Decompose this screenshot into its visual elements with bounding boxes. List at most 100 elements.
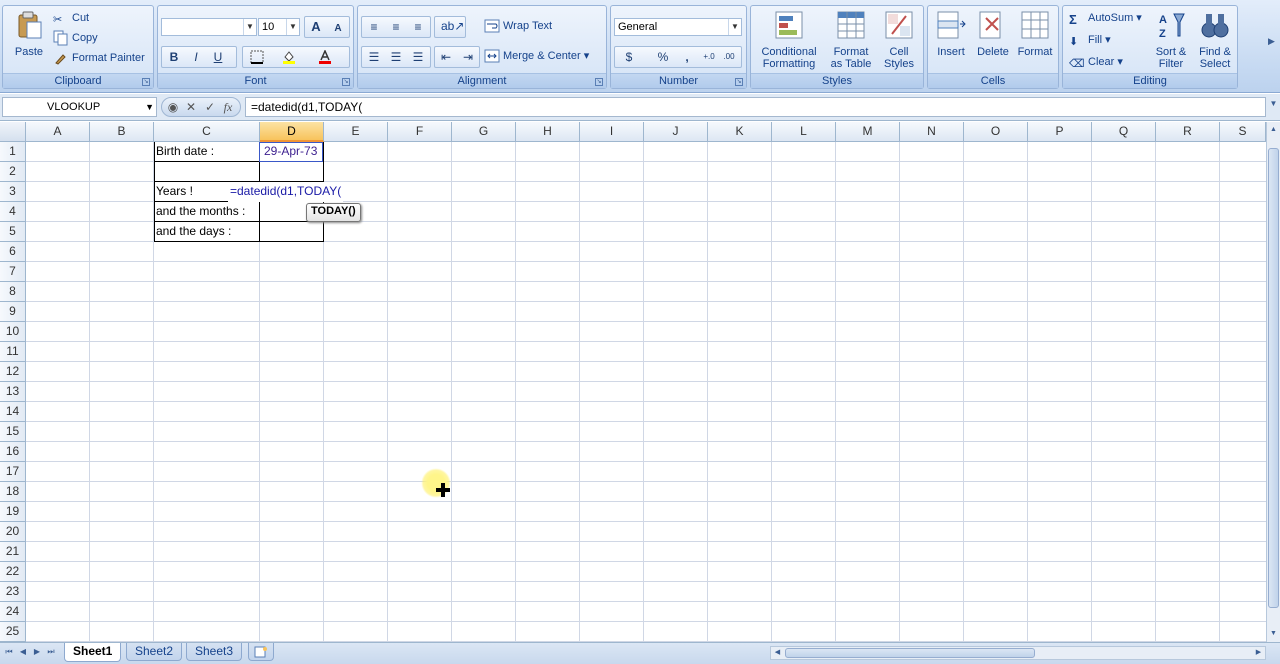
row-header-8[interactable]: 8 xyxy=(0,282,26,302)
row-header-20[interactable]: 20 xyxy=(0,522,26,542)
column-header-o[interactable]: O xyxy=(964,122,1028,142)
font-size-combo[interactable]: 10 ▼ xyxy=(258,18,300,36)
row-header-9[interactable]: 9 xyxy=(0,302,26,322)
comma-button[interactable]: , xyxy=(677,47,697,67)
find-select-button[interactable]: Find & Select xyxy=(1193,8,1237,70)
wrap-text-button[interactable]: Wrap Text xyxy=(484,16,552,36)
chevron-down-icon[interactable]: ▼ xyxy=(145,98,154,116)
format-painter-button[interactable]: Format Painter xyxy=(53,48,145,68)
function-tooltip[interactable]: TODAY() xyxy=(306,203,361,222)
row-header-16[interactable]: 16 xyxy=(0,442,26,462)
right-align-button[interactable]: ☰ xyxy=(408,47,428,67)
horizontal-scroll-thumb[interactable] xyxy=(785,648,1035,658)
alignment-dialog-launcher[interactable]: ↘ xyxy=(595,78,603,86)
name-box[interactable]: VLOOKUP ▼ xyxy=(2,97,157,117)
number-dialog-launcher[interactable]: ↘ xyxy=(735,78,743,86)
column-header-k[interactable]: K xyxy=(708,122,772,142)
row-header-6[interactable]: 6 xyxy=(0,242,26,262)
column-header-s[interactable]: S xyxy=(1220,122,1266,142)
scroll-right-arrow[interactable]: ▶ xyxy=(1253,647,1264,659)
insert-button[interactable]: Insert xyxy=(930,8,972,58)
top-align-button[interactable]: ≡ xyxy=(364,17,384,37)
row-header-13[interactable]: 13 xyxy=(0,382,26,402)
clear-button[interactable]: ⌫ Clear ▾ xyxy=(1069,52,1123,72)
format-as-table-button[interactable]: Format as Table xyxy=(825,8,877,70)
borders-button[interactable] xyxy=(247,47,267,67)
cell-d3-editing[interactable]: =datedid(d1,TODAY( xyxy=(228,182,344,202)
row-header-25[interactable]: 25 xyxy=(0,622,26,642)
decrease-decimal-button[interactable]: .00 xyxy=(719,47,739,67)
font-dialog-launcher[interactable]: ↘ xyxy=(342,78,350,86)
row-header-21[interactable]: 21 xyxy=(0,542,26,562)
grow-font-button[interactable]: A xyxy=(306,17,326,37)
vertical-scrollbar[interactable]: ▲ ▼ xyxy=(1266,122,1280,642)
cell-c3[interactable]: Years ! xyxy=(154,182,193,202)
cut-button[interactable]: ✂ Cut xyxy=(53,8,89,28)
row-header-24[interactable]: 24 xyxy=(0,602,26,622)
increase-decimal-button[interactable]: +.0 xyxy=(699,47,719,67)
worksheet-grid[interactable]: Birth date : 29-Apr-73 Years ! =datedid(… xyxy=(26,142,1266,642)
row-header-3[interactable]: 3 xyxy=(0,182,26,202)
row-header-17[interactable]: 17 xyxy=(0,462,26,482)
sheet-tab-sheet1[interactable]: Sheet1 xyxy=(64,643,122,662)
shrink-font-button[interactable]: A xyxy=(328,17,348,37)
column-header-e[interactable]: E xyxy=(324,122,388,142)
middle-align-button[interactable]: ≡ xyxy=(386,17,406,37)
format-cells-button[interactable]: Format xyxy=(1014,8,1056,58)
column-header-a[interactable]: A xyxy=(26,122,90,142)
row-header-14[interactable]: 14 xyxy=(0,402,26,422)
left-align-button[interactable]: ☰ xyxy=(364,47,384,67)
column-header-f[interactable]: F xyxy=(388,122,452,142)
font-color-button[interactable] xyxy=(315,47,335,67)
currency-button[interactable]: $ xyxy=(619,47,639,67)
copy-button[interactable]: Copy xyxy=(53,28,98,48)
fill-color-button[interactable] xyxy=(279,47,299,67)
cell-d1[interactable]: 29-Apr-73 xyxy=(262,142,317,162)
formula-input[interactable]: =datedid(d1,TODAY( xyxy=(245,97,1266,117)
autosum-button[interactable]: Σ AutoSum ▾ xyxy=(1069,8,1142,28)
enter-icon[interactable]: ✓ xyxy=(201,99,219,115)
decrease-indent-button[interactable]: ⇤ xyxy=(436,47,456,67)
prev-sheet-icon[interactable]: ◀ xyxy=(17,645,29,659)
column-header-n[interactable]: N xyxy=(900,122,964,142)
row-header-18[interactable]: 18 xyxy=(0,482,26,502)
column-header-q[interactable]: Q xyxy=(1092,122,1156,142)
column-header-p[interactable]: P xyxy=(1028,122,1092,142)
scroll-up-arrow[interactable]: ▲ xyxy=(1268,124,1279,136)
scroll-down-arrow[interactable]: ▼ xyxy=(1268,628,1279,640)
cell-c4[interactable]: and the months : xyxy=(154,202,245,222)
paste-button[interactable]: Paste xyxy=(7,8,51,58)
row-header-10[interactable]: 10 xyxy=(0,322,26,342)
cancel-icon[interactable]: ✕ xyxy=(182,99,200,115)
ribbon-scroll-right[interactable]: ▶ xyxy=(1268,36,1278,56)
column-header-d[interactable]: D xyxy=(260,122,324,142)
row-header-12[interactable]: 12 xyxy=(0,362,26,382)
conditional-formatting-button[interactable]: Conditional Formatting xyxy=(753,8,825,70)
column-header-m[interactable]: M xyxy=(836,122,900,142)
column-header-j[interactable]: J xyxy=(644,122,708,142)
insert-function-icon[interactable]: fx xyxy=(219,99,237,115)
row-header-4[interactable]: 4 xyxy=(0,202,26,222)
row-header-19[interactable]: 19 xyxy=(0,502,26,522)
sheet-tab-sheet2[interactable]: Sheet2 xyxy=(126,643,183,661)
last-sheet-icon[interactable]: ⏭ xyxy=(45,645,57,659)
column-header-b[interactable]: B xyxy=(90,122,154,142)
row-header-5[interactable]: 5 xyxy=(0,222,26,242)
cell-styles-button[interactable]: Cell Styles xyxy=(877,8,921,70)
row-header-22[interactable]: 22 xyxy=(0,562,26,582)
percent-button[interactable]: % xyxy=(653,47,673,67)
merge-center-button[interactable]: Merge & Center ▾ xyxy=(484,46,589,66)
cell-c5[interactable]: and the days : xyxy=(154,222,231,242)
font-name-combo[interactable]: ▼ xyxy=(161,18,257,36)
underline-button[interactable]: U xyxy=(208,47,228,67)
row-header-1[interactable]: 1 xyxy=(0,142,26,162)
bold-button[interactable]: B xyxy=(164,47,184,67)
orientation-button[interactable]: ab↗ xyxy=(434,16,466,38)
row-header-11[interactable]: 11 xyxy=(0,342,26,362)
expand-formula-bar-button[interactable]: ▼ xyxy=(1268,99,1279,115)
sort-filter-button[interactable]: AZ Sort & Filter xyxy=(1149,8,1193,70)
row-header-7[interactable]: 7 xyxy=(0,262,26,282)
next-sheet-icon[interactable]: ▶ xyxy=(31,645,43,659)
column-header-l[interactable]: L xyxy=(772,122,836,142)
insert-sheet-button[interactable] xyxy=(248,643,274,661)
